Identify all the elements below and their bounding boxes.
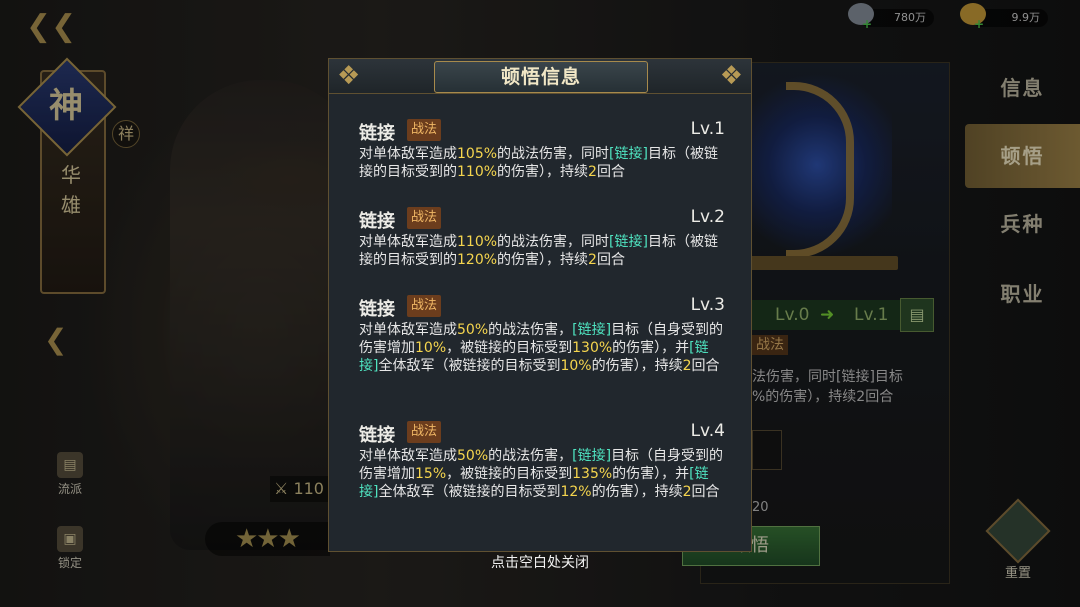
skill-description: 对单体敌军造成50%的战法伤害，[链接]目标（自身受到的伤害增加10%，被链接的… [359,321,727,375]
desc-text: 回合 [691,358,720,374]
desc-text: 的伤害），持续 [497,164,589,180]
skill-level: Lv.1 [690,119,725,139]
skill-type-tag: 战法 [407,119,442,141]
link-keyword: [链接] [609,234,648,250]
desc-text: 的伤害），持续 [497,252,589,268]
desc-text: 回合 [691,484,720,500]
dialog-title: 顿悟信息 [434,61,648,93]
highlight-value: 110% [457,234,498,250]
skill-level-entry: 链接 战法 Lv.1 对单体敌军造成105%的战法伤害，同时[链接]目标（被链接… [359,119,727,187]
desc-text: ，被链接的目标受到 [446,340,573,356]
highlight-value: 135% [572,466,613,482]
desc-text: 回合 [596,164,625,180]
desc-text: 全体敌军（被链接的目标受到 [378,358,561,374]
highlight-value: 2 [588,164,597,180]
desc-text: 的伤害），并 [612,340,690,356]
skill-level-entry: 链接 战法 Lv.2 对单体敌军造成110%的战法伤害，同时[链接]目标（被链接… [359,207,727,275]
skill-level: Lv.4 [690,421,725,441]
highlight-value: 120% [457,252,498,268]
skill-level: Lv.3 [690,295,725,315]
desc-text: 的战法伤害，同时 [497,146,610,162]
highlight-value: 15% [415,466,447,482]
desc-text: 全体敌军（被链接的目标受到 [378,484,561,500]
desc-text: 对单体敌军造成 [359,322,457,338]
highlight-value: 2 [682,484,692,500]
skill-level-entry: 链接 战法 Lv.3 对单体敌军造成50%的战法伤害，[链接]目标（自身受到的伤… [359,295,727,399]
awakening-info-dialog: ❖ 顿悟信息 ❖ 链接 战法 Lv.1 对单体敌军造成105%的战法伤害，同时[… [328,58,752,552]
skill-description: 对单体敌军造成110%的战法伤害，同时[链接]目标（被链接的目标受到的120%的… [359,233,727,269]
highlight-value: 2 [588,252,597,268]
desc-text: 对单体敌军造成 [359,448,457,464]
highlight-value: 110% [457,164,498,180]
desc-text: ，被链接的目标受到 [446,466,573,482]
desc-text: 的战法伤害， [488,322,573,338]
highlight-value: 12% [560,484,592,500]
ornament-icon: ❖ [337,61,361,91]
desc-text: 对单体敌军造成 [359,234,457,250]
desc-text: 的战法伤害，同时 [497,234,610,250]
highlight-value: 10% [415,340,447,356]
skill-name: 链接 [359,299,395,320]
skill-type-tag: 战法 [407,421,442,443]
skill-description: 对单体敌军造成50%的战法伤害，[链接]目标（自身受到的伤害增加15%，被链接的… [359,447,727,501]
skill-type-tag: 战法 [407,207,442,229]
skill-name: 链接 [359,211,395,232]
highlight-value: 105% [457,146,498,162]
link-keyword: [链接] [572,322,612,338]
desc-text: 的战法伤害， [488,448,573,464]
desc-text: 的伤害），持续 [591,484,683,500]
link-keyword: [链接] [609,146,648,162]
highlight-value: 50% [457,322,489,338]
highlight-value: 50% [457,448,489,464]
skill-name: 链接 [359,425,395,446]
dialog-header: ❖ 顿悟信息 ❖ [329,59,751,94]
link-keyword: [链接] [572,448,612,464]
desc-text: 的伤害），持续 [591,358,683,374]
skill-level-entry: 链接 战法 Lv.4 对单体敌军造成50%的战法伤害，[链接]目标（自身受到的伤… [359,421,727,525]
skill-level: Lv.2 [690,207,725,227]
close-hint: 点击空白处关闭 [491,555,589,571]
highlight-value: 2 [682,358,692,374]
desc-text: 对单体敌军造成 [359,146,457,162]
skill-name: 链接 [359,123,395,144]
desc-text: 的伤害），并 [612,466,690,482]
highlight-value: 130% [572,340,613,356]
skill-description: 对单体敌军造成105%的战法伤害，同时[链接]目标（被链接的目标受到的110%的… [359,145,727,181]
skill-type-tag: 战法 [407,295,442,317]
highlight-value: 10% [560,358,592,374]
ornament-icon: ❖ [719,61,743,91]
desc-text: 回合 [596,252,625,268]
